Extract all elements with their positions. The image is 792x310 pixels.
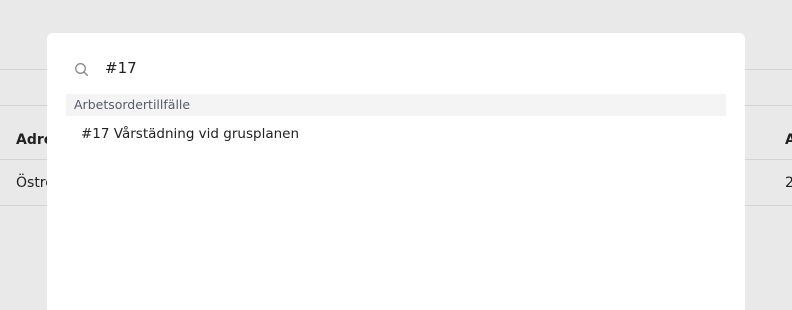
search-input[interactable]	[105, 55, 705, 81]
search-dialog: Arbetsordertillfälle #17 Vårstädning vid…	[47, 33, 745, 310]
search-icon	[74, 62, 90, 78]
table-cell-right: 2	[785, 175, 792, 191]
result-group-header: Arbetsordertillfälle	[66, 94, 726, 116]
search-bar	[47, 33, 745, 93]
search-result-item[interactable]: #17 Vårstädning vid grusplanen	[66, 121, 726, 147]
table-header-right: A	[785, 132, 792, 148]
